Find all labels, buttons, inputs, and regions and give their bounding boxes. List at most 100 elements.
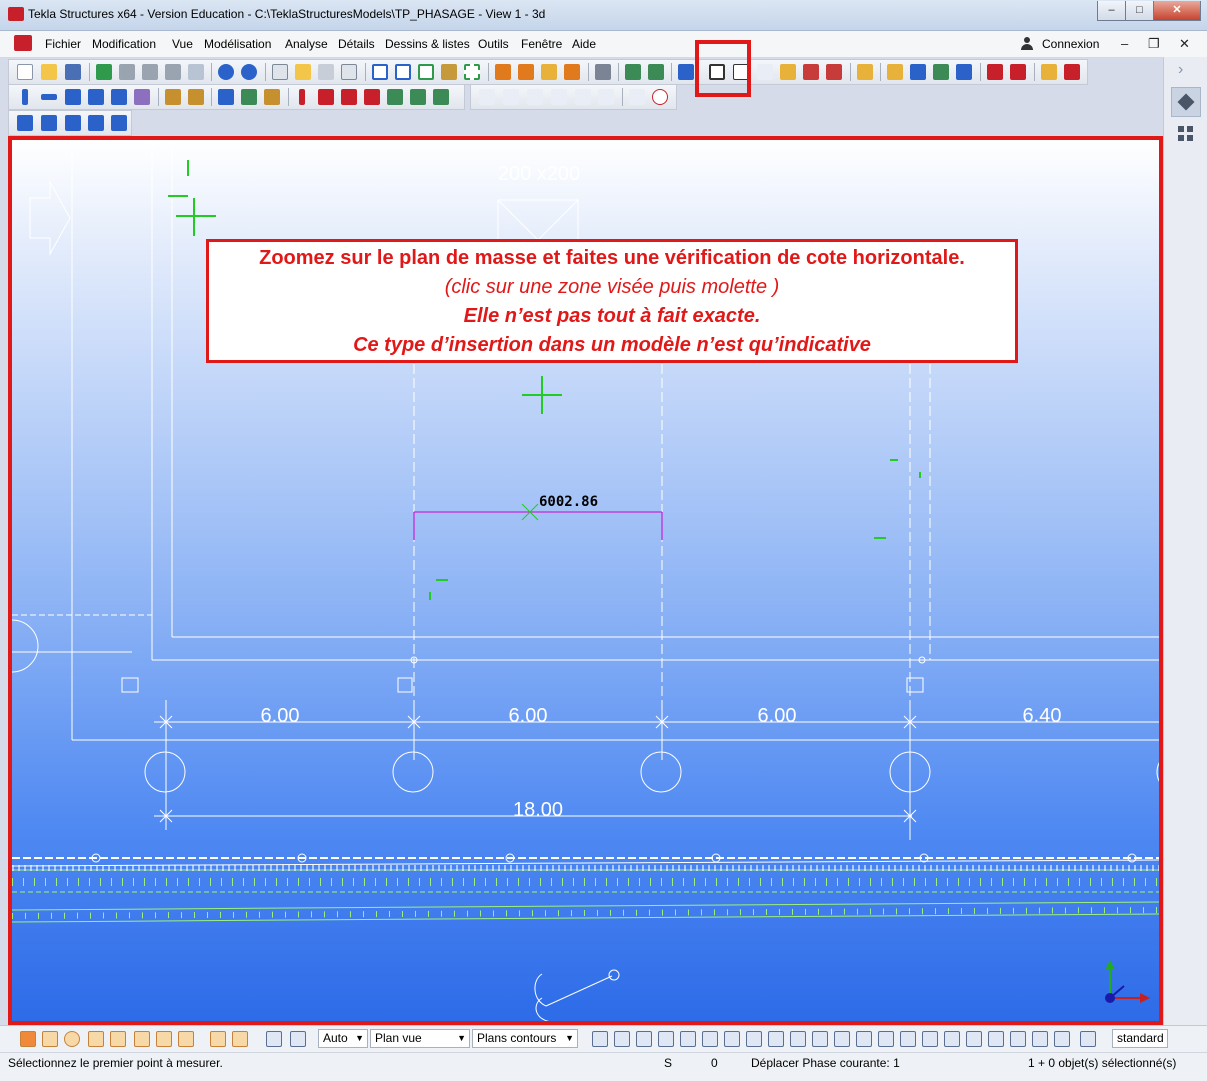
select-grid-icon[interactable] [88, 1031, 104, 1047]
concrete-beam-icon[interactable] [318, 89, 334, 105]
select-component-icon[interactable] [290, 1031, 306, 1047]
tool-icon[interactable] [595, 64, 611, 80]
window-maximize-button[interactable]: □ [1125, 1, 1154, 21]
property-pane-button[interactable] [1171, 87, 1201, 117]
tool-icon[interactable] [188, 64, 204, 80]
tool-icon[interactable] [910, 64, 926, 80]
components-pane-button[interactable] [1171, 119, 1201, 149]
snap-icon[interactable] [834, 1031, 850, 1047]
polybeam-icon[interactable] [65, 89, 81, 105]
menu-vue[interactable]: Vue [172, 37, 193, 51]
concrete-slab-icon[interactable] [264, 89, 280, 105]
work-plane-select[interactable]: Plan vue ▼ [370, 1029, 470, 1048]
redo-icon[interactable] [241, 64, 257, 80]
new-model-icon[interactable] [17, 64, 33, 80]
snap-line-icon[interactable] [479, 89, 495, 105]
snap-icon[interactable] [900, 1031, 916, 1047]
select-arrow-icon[interactable] [232, 1031, 248, 1047]
help-icon[interactable] [678, 64, 694, 80]
pad-footing-icon[interactable] [218, 89, 234, 105]
menu-aide[interactable]: Aide [572, 37, 596, 51]
drawing-icon[interactable] [495, 64, 511, 80]
weld-icon[interactable] [188, 89, 204, 105]
beam-icon[interactable] [41, 94, 57, 100]
rebar-icon[interactable] [364, 89, 380, 105]
view-icon[interactable] [17, 115, 33, 131]
mdi-minimize-button[interactable]: – [1121, 36, 1128, 51]
bolt-icon[interactable] [165, 89, 181, 105]
select-all-icon[interactable] [20, 1031, 36, 1047]
snap-icon[interactable] [790, 1031, 806, 1047]
chevron-right-icon[interactable]: › [1178, 61, 1183, 79]
print-icon[interactable] [318, 64, 334, 80]
curved-beam-icon[interactable] [88, 89, 104, 105]
tool-icon[interactable] [956, 64, 972, 80]
menu-fenetre[interactable]: Fenêtre [521, 37, 562, 51]
tool-icon[interactable] [625, 64, 641, 80]
measure-angle-icon[interactable] [780, 64, 796, 80]
window-minimize-button[interactable]: – [1097, 1, 1126, 21]
snap-icon[interactable] [575, 89, 591, 105]
menu-outils[interactable]: Outils [478, 37, 509, 51]
component-icon[interactable] [433, 89, 449, 105]
select-points-icon[interactable] [64, 1031, 80, 1047]
tool-icon[interactable] [142, 64, 158, 80]
properties-icon[interactable] [341, 64, 357, 80]
menu-fichier[interactable]: Fichier [45, 37, 81, 51]
tool-icon[interactable] [165, 64, 181, 80]
measure-bolt-icon[interactable] [826, 64, 842, 80]
tool-icon[interactable] [987, 64, 1003, 80]
menu-analyse[interactable]: Analyse [285, 37, 328, 51]
share-icon[interactable] [96, 64, 112, 80]
open-model-icon[interactable] [41, 64, 57, 80]
view-icon[interactable] [88, 115, 104, 131]
snap-icon[interactable] [944, 1031, 960, 1047]
menu-modelisation[interactable]: Modélisation [204, 37, 271, 51]
connexion-link[interactable]: Connexion [1042, 37, 1099, 51]
drawing-icon[interactable] [564, 64, 580, 80]
snap-depth-select[interactable]: Auto ▼ [318, 1029, 368, 1048]
snap-icon[interactable] [1010, 1031, 1026, 1047]
select-assembly-icon[interactable] [266, 1031, 282, 1047]
plate-icon[interactable] [111, 89, 127, 105]
strip-footing-icon[interactable] [241, 89, 257, 105]
select-parts-icon[interactable] [42, 1031, 58, 1047]
tekla-menu-icon[interactable] [14, 35, 32, 51]
snap-icon[interactable] [680, 1031, 696, 1047]
menu-dessins-listes[interactable]: Dessins & listes [385, 37, 470, 51]
select-bolts-icon[interactable] [156, 1031, 172, 1047]
measure-free-icon[interactable] [757, 64, 773, 80]
snap-settings-select[interactable]: standard [1112, 1029, 1168, 1048]
snap-icon[interactable] [878, 1031, 894, 1047]
undo-icon[interactable] [218, 64, 234, 80]
snap-icon[interactable] [746, 1031, 762, 1047]
snap-icon[interactable] [812, 1031, 828, 1047]
copy-icon[interactable] [272, 64, 288, 80]
window-close-button[interactable]: ✕ [1153, 1, 1201, 21]
snap-icon[interactable] [658, 1031, 674, 1047]
component-icon[interactable] [410, 89, 426, 105]
snap-icon[interactable] [629, 89, 645, 105]
snap-icon[interactable] [856, 1031, 872, 1047]
save-icon[interactable] [65, 64, 81, 80]
concrete-column-icon[interactable] [299, 89, 305, 105]
drawing-icon[interactable] [518, 64, 534, 80]
view-icon[interactable] [41, 115, 57, 131]
tool-icon[interactable] [1010, 64, 1026, 80]
tool-icon[interactable] [887, 64, 903, 80]
snap-icon[interactable] [551, 89, 567, 105]
menu-details[interactable]: Détails [338, 37, 375, 51]
tool-icon[interactable] [1064, 64, 1080, 80]
drawing-icon[interactable] [541, 64, 557, 80]
tool-icon[interactable] [1041, 64, 1057, 80]
tool-icon[interactable] [119, 64, 135, 80]
menu-modification[interactable]: Modification [92, 37, 156, 51]
snap-icon[interactable] [768, 1031, 784, 1047]
concrete-panel-icon[interactable] [341, 89, 357, 105]
measure-arc-icon[interactable] [803, 64, 819, 80]
snap-icon[interactable] [1080, 1031, 1096, 1047]
cut-icon[interactable] [441, 64, 457, 80]
mdi-close-button[interactable]: ✕ [1179, 36, 1190, 52]
snap-icon[interactable] [598, 89, 614, 105]
view-icon[interactable] [111, 115, 127, 131]
